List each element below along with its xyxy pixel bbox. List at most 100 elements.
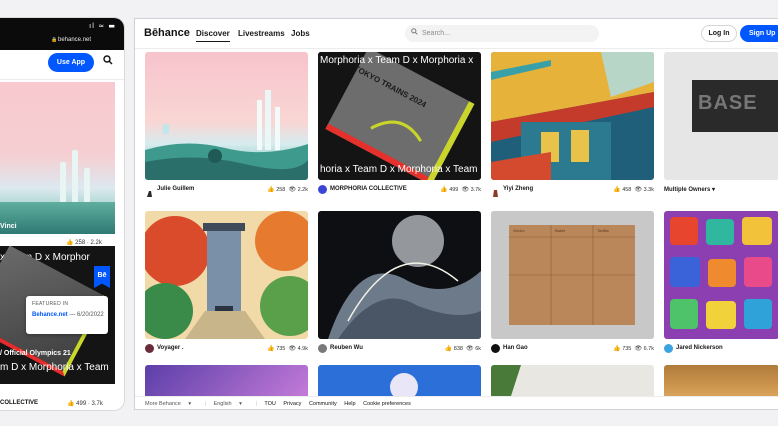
project-thumbnail[interactable] bbox=[318, 365, 481, 396]
project-thumbnail[interactable] bbox=[145, 211, 308, 339]
project-owner[interactable]: Julie Guillem bbox=[157, 186, 194, 192]
view-icon: 👁 bbox=[634, 187, 643, 193]
thumbnail-art bbox=[491, 52, 654, 180]
box-label: Gecko bbox=[513, 228, 525, 233]
mobile-preview: ıl ≈ ▬ 🔒 behance.net Use App Vinci 👍 258… bbox=[0, 18, 124, 410]
mobile-art-banner: m D x Morphoria x Team bbox=[0, 362, 109, 373]
mobile-project-title: / Official Olympics 21 bbox=[0, 350, 71, 357]
avatar[interactable] bbox=[318, 185, 327, 194]
project-thumbnail[interactable] bbox=[491, 365, 654, 396]
view-icon: 👁 bbox=[288, 187, 297, 193]
thumbnail-art bbox=[318, 211, 481, 339]
project-stats: 👍 499 👁 3.7k bbox=[440, 187, 481, 193]
project-thumbnail[interactable] bbox=[491, 52, 654, 180]
art-tower bbox=[84, 168, 90, 206]
view-icon: 👁 bbox=[634, 346, 643, 352]
art-tower bbox=[72, 150, 78, 206]
art-tower bbox=[60, 162, 66, 206]
view-icon: 👁 bbox=[461, 187, 470, 193]
project-meta: Yiyi Zheng 👍 458 👁 3.3k bbox=[491, 185, 654, 198]
project-thumbnail[interactable]: Gecko Baker Tortilla bbox=[491, 211, 654, 339]
project-owner[interactable]: Reuben Wu bbox=[330, 345, 363, 351]
project-owner[interactable]: MORPHORIA COLLECTIVE bbox=[330, 186, 407, 192]
like-icon: 👍 bbox=[613, 187, 621, 193]
chevron-down-icon: ▾ bbox=[239, 401, 242, 407]
project-owner[interactable]: Voyager . bbox=[157, 345, 184, 351]
project-meta: Julie Guillem 👍 258 👁 2.2k bbox=[145, 185, 308, 198]
search-icon[interactable] bbox=[103, 55, 113, 68]
project-meta: Reuben Wu 👍 838 👁 6k bbox=[318, 344, 481, 356]
footer-link-tou[interactable]: TOU bbox=[264, 401, 276, 407]
project-meta: Jared Nickerson bbox=[664, 344, 778, 356]
separator: | bbox=[255, 401, 257, 407]
footer-link-help[interactable]: Help bbox=[344, 401, 355, 407]
art-logo-text: BASE bbox=[698, 92, 758, 114]
project-owner[interactable]: Han Gao bbox=[503, 345, 528, 351]
behance-logo[interactable]: Bēhance bbox=[144, 27, 190, 39]
project-meta: Voyager . 👍 735 👁 4.9k bbox=[145, 344, 308, 356]
project-owner[interactable]: Multiple Owners ▾ bbox=[664, 186, 715, 193]
mobile-url[interactable]: behance.net bbox=[58, 37, 91, 43]
avatar[interactable] bbox=[145, 185, 154, 198]
search-placeholder: Search... bbox=[422, 30, 451, 37]
avatar[interactable] bbox=[491, 185, 500, 198]
project-thumbnail[interactable] bbox=[145, 365, 308, 396]
like-icon: 👍 bbox=[67, 401, 75, 407]
thumbnail-art bbox=[491, 365, 521, 396]
search-icon bbox=[411, 25, 418, 42]
thumbnail-art bbox=[664, 211, 778, 339]
project-thumbnail[interactable] bbox=[318, 211, 481, 339]
view-icon: 👁 bbox=[466, 346, 474, 352]
art-ground bbox=[0, 202, 115, 234]
mobile-url-bar: ıl ≈ ▬ 🔒 behance.net bbox=[0, 18, 124, 50]
more-behance-menu[interactable]: More Behance ▾ bbox=[145, 401, 197, 407]
project-thumbnail[interactable]: Morphoria x Team D x Morphoria x TOKYO T… bbox=[318, 52, 481, 180]
search-input[interactable]: Search... bbox=[405, 25, 599, 42]
use-app-button[interactable]: Use App bbox=[48, 53, 94, 72]
chevron-down-icon: ▾ bbox=[188, 401, 192, 407]
project-owner[interactable]: Jared Nickerson bbox=[676, 345, 723, 351]
project-thumbnail[interactable] bbox=[664, 211, 778, 339]
project-stats: 👍 838 👁 6k bbox=[444, 346, 481, 352]
like-icon: 👍 bbox=[444, 346, 453, 352]
nav-jobs[interactable]: Jobs bbox=[291, 29, 310, 38]
nav-livestreams[interactable]: Livestreams bbox=[238, 29, 285, 38]
project-thumbnail[interactable] bbox=[145, 52, 308, 180]
avatar[interactable] bbox=[491, 344, 500, 353]
mobile-status-icons: ıl ≈ ▬ bbox=[89, 22, 116, 30]
footer-bar: More Behance ▾ | English ▾ | TOU Privacy… bbox=[135, 396, 778, 409]
avatar[interactable] bbox=[318, 344, 327, 353]
like-icon: 👍 bbox=[267, 346, 275, 352]
art-banner: horia x Team D x Morphoria x Team bbox=[320, 164, 478, 175]
mobile-project-thumbnail[interactable]: Vinci bbox=[0, 82, 115, 234]
avatar[interactable] bbox=[145, 344, 154, 353]
mobile-project-stats: 👍 258 · 2.2k bbox=[66, 240, 102, 246]
project-thumbnail[interactable] bbox=[664, 365, 778, 396]
featured-label: FEATURED IN bbox=[32, 301, 69, 307]
footer-link-community[interactable]: Community bbox=[309, 401, 337, 407]
signup-button[interactable]: Sign Up bbox=[740, 25, 778, 42]
project-meta: Multiple Owners ▾ bbox=[664, 185, 778, 197]
art-banner: Morphoria x Team D x Morphoria x bbox=[320, 55, 474, 66]
nav-discover[interactable]: Discover bbox=[196, 29, 230, 42]
top-navigation-bar: Bēhance Discover Livestreams Jobs Search… bbox=[135, 19, 778, 49]
login-button[interactable]: Log In bbox=[701, 25, 737, 42]
thumbnail-art bbox=[145, 52, 308, 180]
footer-link-privacy[interactable]: Privacy bbox=[283, 401, 301, 407]
project-meta: Han Gao 👍 735 👁 6.7k bbox=[491, 344, 654, 356]
language-selector[interactable]: English ▾ bbox=[214, 401, 248, 407]
project-owner[interactable]: Yiyi Zheng bbox=[503, 186, 533, 192]
avatar[interactable] bbox=[664, 344, 673, 353]
view-icon: 👁 bbox=[288, 346, 297, 352]
separator: | bbox=[204, 401, 207, 407]
mobile-header: Use App bbox=[0, 50, 124, 80]
browser-window: Bēhance Discover Livestreams Jobs Search… bbox=[134, 18, 778, 410]
like-icon: 👍 bbox=[613, 346, 621, 352]
footer-link-cookie-preferences[interactable]: Cookie preferences bbox=[363, 401, 411, 407]
mobile-project-owner[interactable]: COLLECTIVE bbox=[0, 400, 38, 406]
project-stats: 👍 258 👁 2.2k bbox=[267, 187, 308, 193]
project-thumbnail[interactable]: BASE bbox=[664, 52, 778, 180]
project-stats: 👍 458 👁 3.3k bbox=[613, 187, 654, 193]
project-meta: MORPHORIA COLLECTIVE 👍 499 👁 3.7k bbox=[318, 185, 481, 197]
mobile-project-owner: Vinci bbox=[0, 223, 17, 230]
